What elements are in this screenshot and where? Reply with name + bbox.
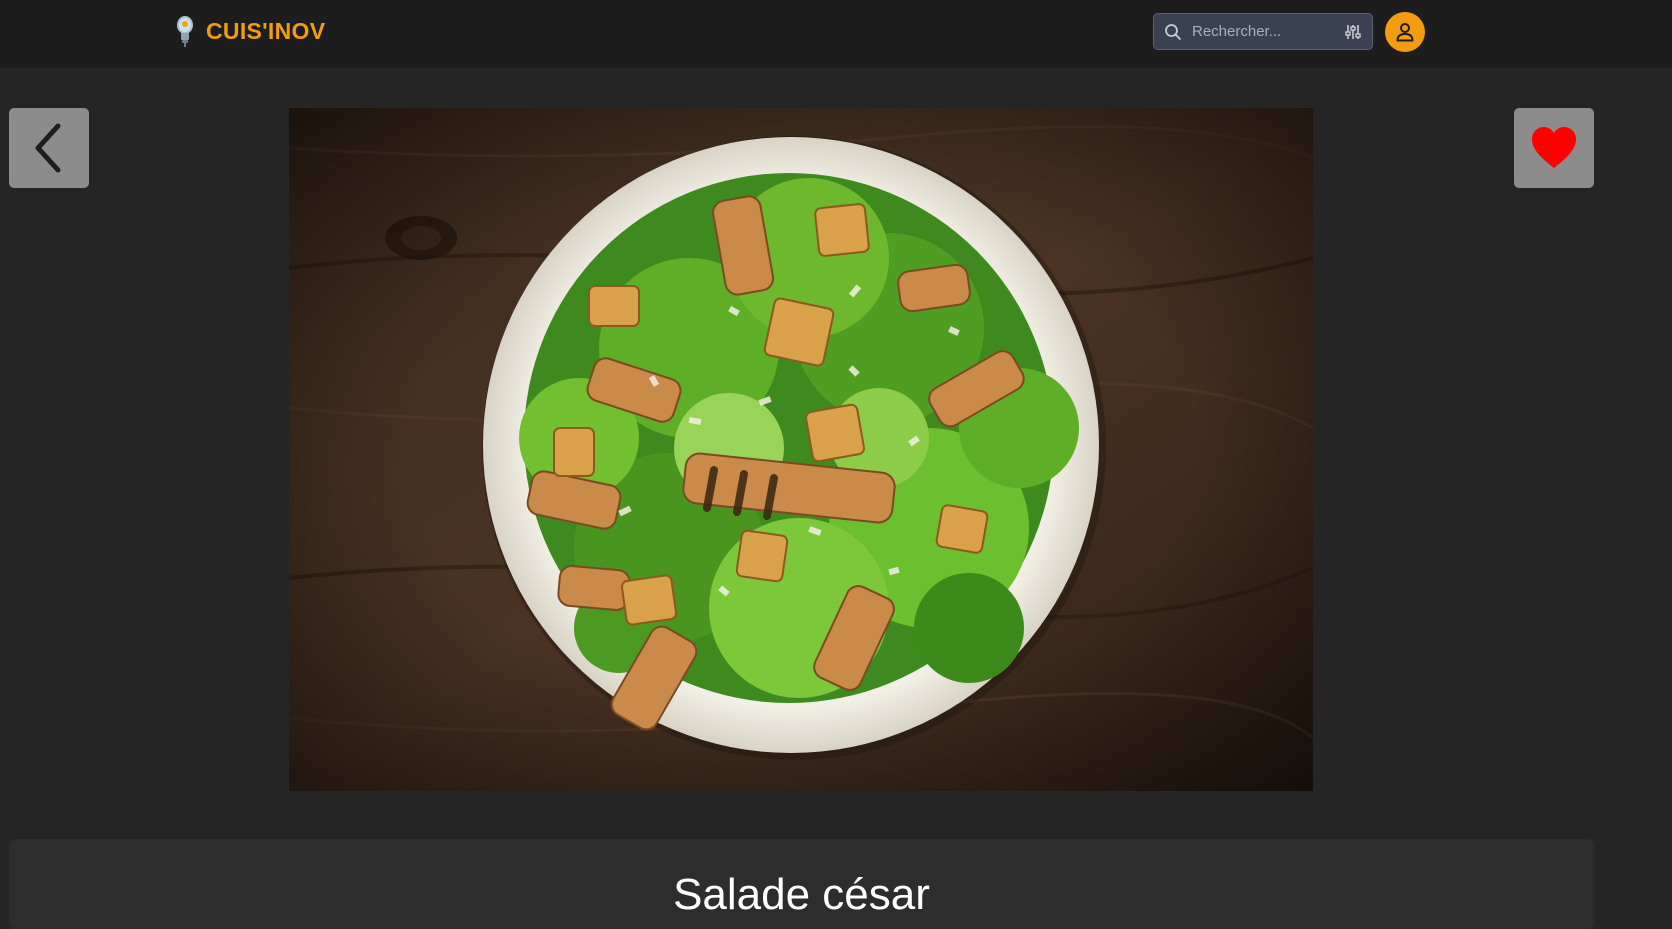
- recipe-card: Salade césar: [9, 839, 1594, 929]
- back-button[interactable]: [9, 108, 89, 188]
- brand-logo[interactable]: CUIS'INOV: [172, 14, 325, 48]
- user-account-button[interactable]: [1385, 12, 1425, 52]
- favorite-button[interactable]: [1514, 108, 1594, 188]
- recipe-title: Salade césar: [673, 870, 930, 919]
- recipe-photo: [289, 108, 1313, 791]
- heart-icon: [1532, 127, 1576, 168]
- lightbulb-icon: [177, 16, 193, 47]
- top-bar: CUIS'INOV: [0, 0, 1672, 68]
- search-icon: [1165, 24, 1181, 40]
- caesar-salad-image: [289, 108, 1313, 791]
- user-icon: [1396, 23, 1414, 42]
- search-input[interactable]: [1192, 14, 1332, 49]
- chevron-left-icon: [35, 123, 61, 173]
- search-bar[interactable]: [1153, 13, 1373, 50]
- brand-name: CUIS'INOV: [206, 17, 326, 44]
- sliders-icon[interactable]: [1344, 23, 1362, 41]
